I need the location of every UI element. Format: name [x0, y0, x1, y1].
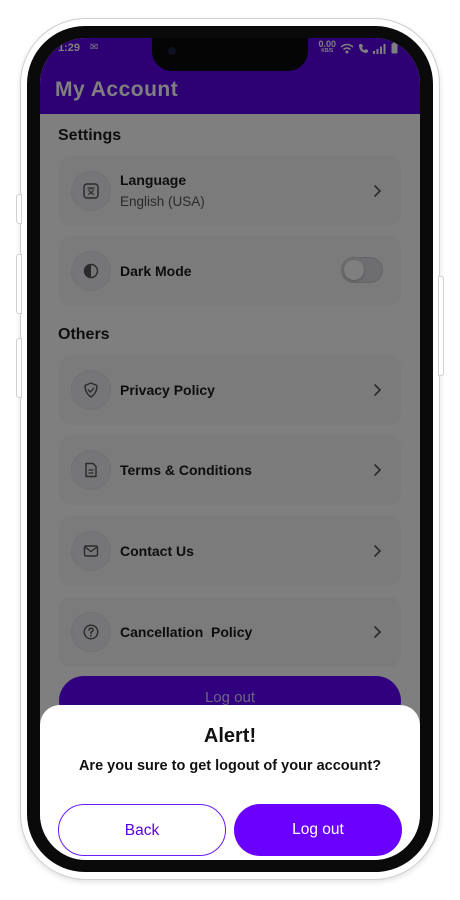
phone-screen: 1:29 ✉ 0.00 KB/S — [40, 38, 420, 860]
silent-switch — [16, 194, 22, 224]
alert-message: Are you sure to get logout of your accou… — [78, 758, 382, 774]
alert-title: Alert! — [203, 725, 257, 747]
volume-down-button — [16, 338, 22, 398]
back-button[interactable]: Back — [58, 804, 226, 856]
power-button — [438, 276, 444, 376]
logout-alert-sheet: Alert! Are you sure to get logout of you… — [40, 705, 420, 860]
volume-up-button — [16, 254, 22, 314]
logout-button[interactable]: Log out — [234, 804, 402, 856]
